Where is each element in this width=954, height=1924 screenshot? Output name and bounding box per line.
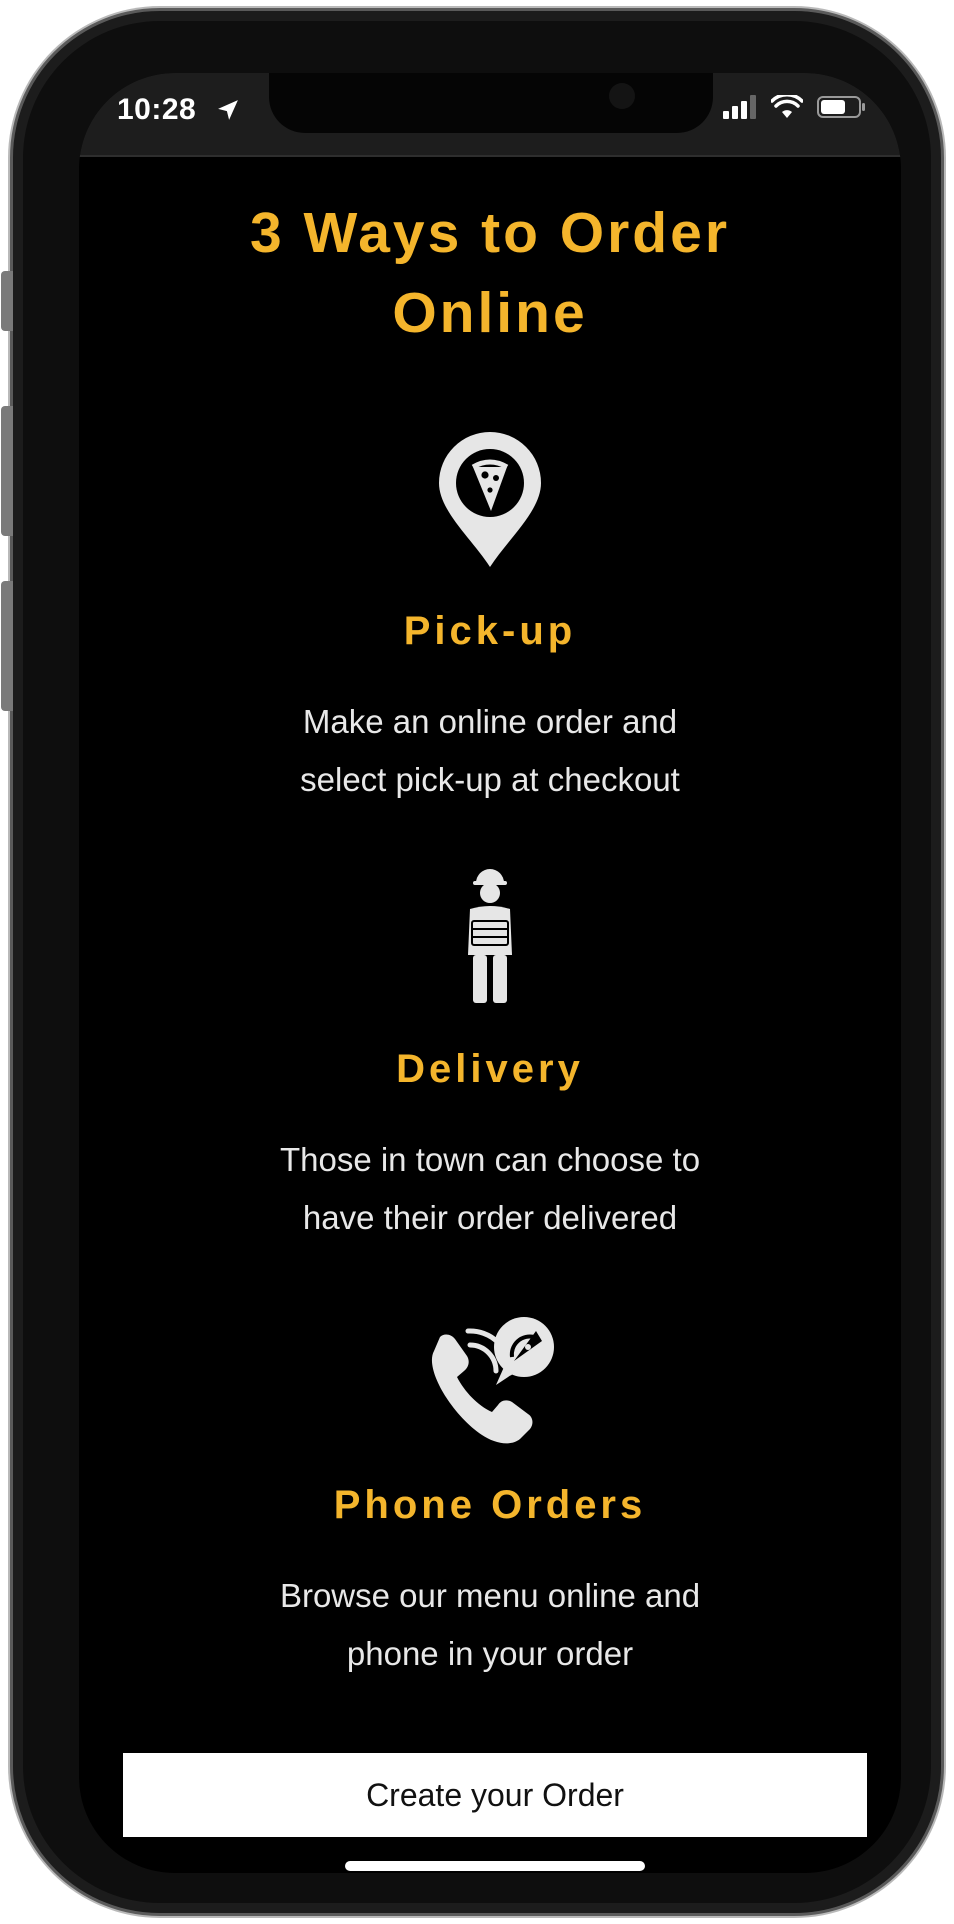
notch	[269, 73, 713, 133]
create-order-button[interactable]: Create your Order	[123, 1753, 867, 1837]
home-indicator[interactable]	[345, 1861, 645, 1871]
battery-icon	[817, 96, 865, 118]
phone-pizza-icon	[431, 1317, 554, 1444]
status-time: 10:28	[117, 93, 197, 126]
description-line: Make an online order and	[302, 703, 678, 740]
section-description-pickup: Make an online order and select pick-up …	[79, 693, 901, 809]
screen: 10:28 3 Ways to Order Online Pick-up Mak…	[79, 73, 901, 1873]
section-heading-pickup: Pick-up	[403, 609, 577, 653]
status-icons	[723, 95, 867, 119]
section-heading-delivery: Delivery	[396, 1047, 584, 1091]
description-line: have their order delivered	[302, 1199, 678, 1236]
section-description-delivery: Those in town can choose to have their o…	[79, 1131, 901, 1247]
description-line: select pick-up at checkout	[300, 761, 680, 798]
delivery-person-icon	[468, 869, 512, 1003]
description-line: phone in your order	[346, 1635, 634, 1672]
page-title-line: Online	[392, 281, 588, 345]
page-title: 3 Ways to Order Online	[79, 193, 901, 353]
description-line: Those in town can choose to	[279, 1141, 701, 1178]
section-description-phone-orders: Browse our menu online and phone in your…	[79, 1567, 901, 1683]
mute-switch	[1, 271, 13, 331]
camera	[609, 83, 635, 109]
description-line: Browse our menu online and	[279, 1577, 701, 1614]
phone-frame: 10:28 3 Ways to Order Online Pick-up Mak…	[1, 8, 944, 1916]
volume-down-button	[1, 581, 13, 711]
section-heading-phone-orders: Phone Orders	[333, 1483, 647, 1527]
map-pin-pizza-icon	[439, 432, 541, 567]
page-title-line: 3 Ways to Order	[249, 201, 730, 265]
location-arrow-icon	[218, 100, 238, 120]
wifi-icon	[771, 95, 803, 118]
volume-up-button	[1, 406, 13, 536]
status-bar: 10:28	[79, 73, 901, 157]
cellular-signal-icon	[723, 95, 756, 119]
